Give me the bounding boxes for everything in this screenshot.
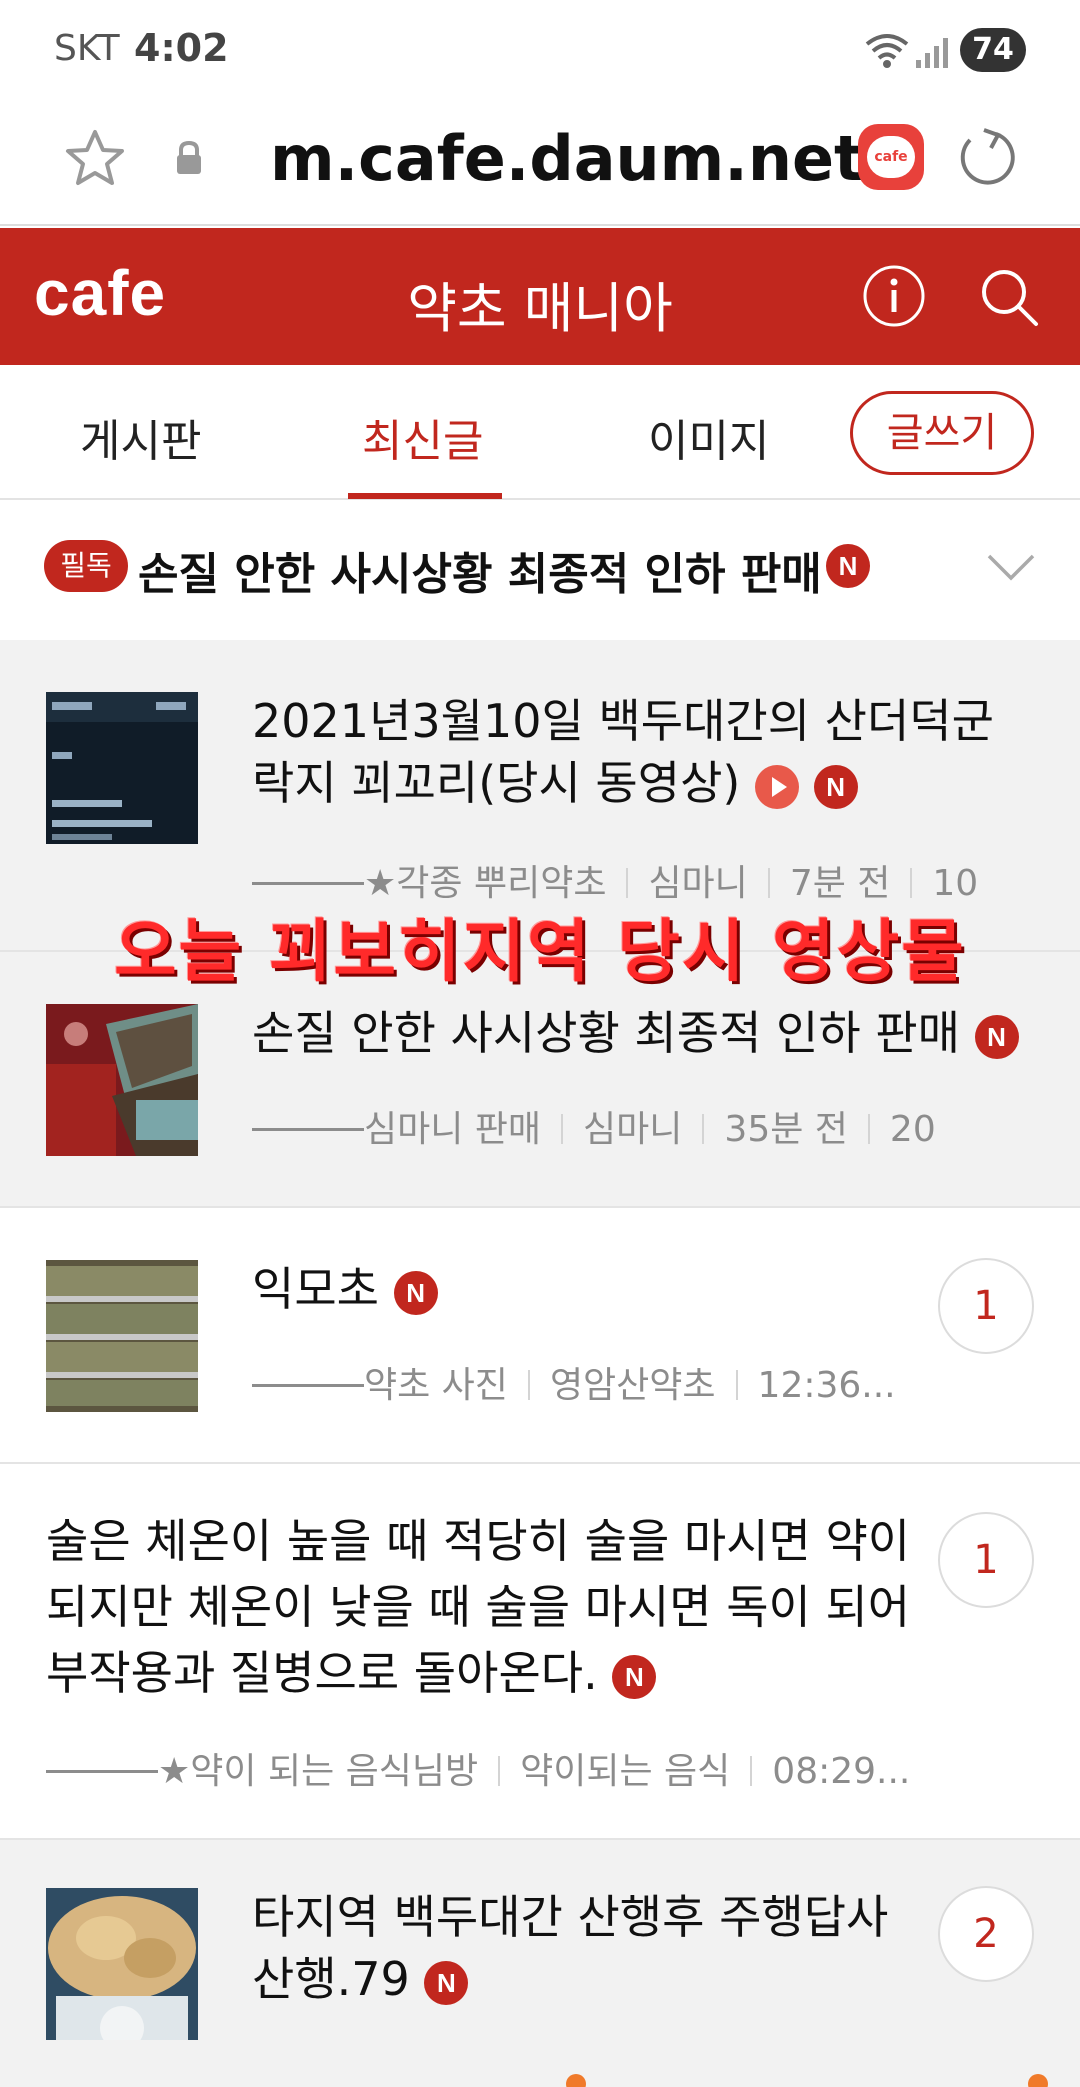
reload-icon[interactable] (956, 126, 1018, 192)
info-icon[interactable] (862, 264, 926, 332)
comment-count[interactable]: 1 (938, 1258, 1034, 1354)
post-author: 심마니 (583, 1109, 683, 1150)
post-views: 20 (889, 1109, 936, 1150)
post-thumbnail (46, 1888, 198, 2040)
post-author: 약이되는 음식 (520, 1751, 731, 1792)
post-time: 35분 전 (724, 1109, 848, 1150)
post-title-text: 술은 체온이 높을 때 적당히 술을 마시면 약이 되지만 체온이 낮을 때 술… (46, 1514, 911, 1700)
post-time: 08:29... (772, 1751, 911, 1792)
post-category[interactable]: 심마니 판매 (364, 1109, 541, 1150)
scroll-indicator (1028, 2074, 1048, 2087)
comment-count[interactable]: 1 (938, 1512, 1034, 1608)
search-icon[interactable] (978, 266, 1040, 332)
list-item[interactable]: 익모초 N 약초 사진 영암산약초 12:36... 1 (0, 1208, 1080, 1464)
post-thumbnail (46, 692, 198, 844)
tab-latest[interactable]: 최신글 (362, 405, 483, 469)
new-badge: N (826, 544, 870, 588)
wifi-icon (864, 30, 910, 74)
post-meta: ★약이 되는 음식님방 약이되는 음식 08:29... (46, 1742, 910, 1794)
cafe-app-icon[interactable]: cafe (858, 124, 924, 190)
write-post-button[interactable]: 글쓰기 (850, 391, 1034, 475)
meta-dash (46, 1770, 158, 1773)
post-title[interactable]: 손질 안한 사시상황 최종적 인하 판매 N (252, 1002, 1052, 1064)
meta-dash (252, 882, 364, 885)
clock: 4:02 (134, 26, 229, 70)
new-badge: N (393, 1270, 438, 1315)
lock-icon (174, 140, 204, 180)
active-tab-indicator (348, 493, 502, 499)
post-author: 영암산약초 (549, 1365, 716, 1406)
scroll-indicator (566, 2074, 586, 2087)
post-title[interactable]: 2021년3월10일 백두대간의 산더덕군락지 꾀꼬리(당시 동영상) N (252, 690, 1032, 814)
cafe-header: cafe 약초 매니아 (0, 228, 1080, 365)
meta-dash (252, 1384, 364, 1387)
status-bar: SKT 4:02 74 (0, 0, 1080, 100)
battery-icon: 74 (960, 28, 1026, 72)
new-badge: N (612, 1654, 657, 1699)
list-item[interactable]: 술은 체온이 높을 때 적당히 술을 마시면 약이 되지만 체온이 낮을 때 술… (0, 1464, 1080, 1840)
cafe-app-icon-label: cafe (867, 136, 915, 178)
must-read-badge: 필독 (44, 540, 128, 592)
new-badge: N (424, 1960, 469, 2005)
browser-url-bar: m.cafe.daum.net cafe (0, 100, 1080, 226)
tab-bar: 게시판 최신글 이미지 글쓰기 (0, 365, 1080, 500)
list-item[interactable]: 타지역 백두대간 산행후 주행답사 산행.79 N 2 (0, 1840, 1080, 2087)
signal-icon (914, 34, 954, 74)
chevron-down-icon[interactable] (986, 552, 1036, 586)
post-title-text: 손질 안한 사시상황 최종적 인하 판매 (252, 1006, 960, 1060)
tab-board[interactable]: 게시판 (80, 405, 201, 469)
post-thumbnail (46, 1260, 198, 1412)
post-title[interactable]: 술은 체온이 높을 때 적당히 술을 마시면 약이 되지만 체온이 낮을 때 술… (46, 1508, 926, 1706)
post-time: 12:36... (757, 1365, 896, 1406)
post-title-text: 익모초 (252, 1262, 379, 1316)
post-meta: 약초 사진 영암산약초 12:36... (252, 1356, 896, 1408)
overlay-caption: 오늘 꾀보히지역 당시 영상물 (114, 913, 966, 992)
pinned-notice[interactable]: 필독 손질 안한 사시상황 최종적 인하 판매 N (0, 502, 1080, 638)
video-play-icon (754, 764, 799, 809)
url-field[interactable]: m.cafe.daum.net (270, 122, 864, 195)
post-title[interactable]: 타지역 백두대간 산행후 주행답사 산행.79 N (252, 1886, 912, 2010)
post-thumbnail (46, 1004, 198, 1156)
new-badge: N (813, 764, 858, 809)
post-meta: 심마니 판매 심마니 35분 전 20 (252, 1100, 936, 1152)
bookmark-star-icon[interactable] (64, 128, 126, 192)
meta-dash (252, 1128, 364, 1131)
new-badge: N (974, 1014, 1019, 1059)
post-category[interactable]: 약초 사진 (364, 1365, 508, 1406)
post-title-text: 타지역 백두대간 산행후 주행답사 산행.79 (252, 1890, 889, 2006)
post-title-text: 2021년3월10일 백두대간의 산더덕군락지 꾀꼬리(당시 동영상) (252, 694, 994, 810)
tab-image[interactable]: 이미지 (648, 405, 769, 469)
notice-title[interactable]: 손질 안한 사시상황 최종적 인하 판매 (138, 538, 822, 602)
post-title[interactable]: 익모초 N (252, 1258, 892, 1320)
post-category[interactable]: ★약이 되는 음식님방 (158, 1751, 478, 1792)
carrier-label: SKT (54, 28, 120, 69)
comment-count[interactable]: 2 (938, 1886, 1034, 1982)
